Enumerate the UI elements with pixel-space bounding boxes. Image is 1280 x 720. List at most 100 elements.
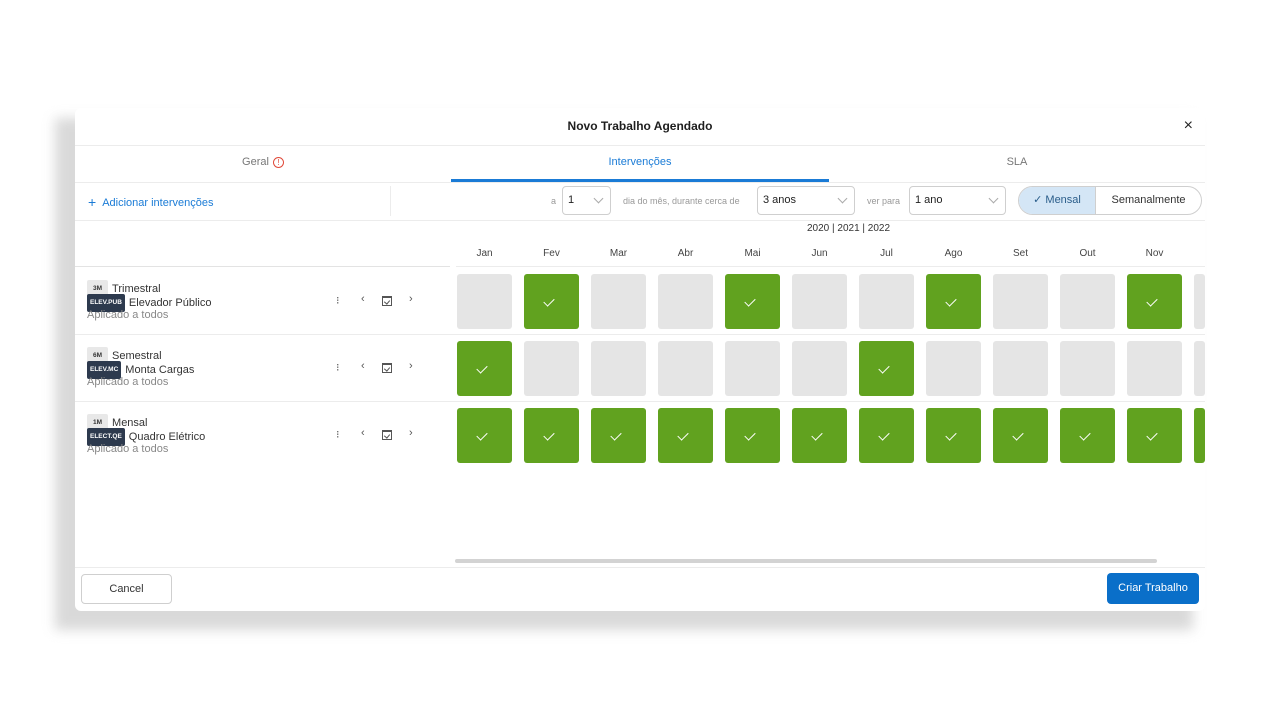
schedule-cell-empty[interactable] <box>1194 274 1205 329</box>
chevron-down-icon <box>988 193 999 204</box>
schedule-cell-scheduled[interactable] <box>1127 408 1182 463</box>
duration-select-value: 3 anos <box>763 194 797 206</box>
toggle-weekly[interactable]: Semanalmente <box>1096 187 1201 214</box>
view-select-value: 1 ano <box>915 194 943 206</box>
more-options-icon[interactable]: ⁝ <box>336 428 340 441</box>
intervention-row-2: 6M Semestral ELEV.MC Monta Cargas Aplicado… <box>87 347 387 389</box>
schedule-cell-empty[interactable] <box>792 274 847 329</box>
modal-title: Novo Trabalho Agendado <box>567 119 713 133</box>
warning-icon: ! <box>272 156 284 168</box>
chevron-left-icon[interactable]: ‹ <box>361 360 365 372</box>
cancel-button[interactable]: Cancel <box>81 574 172 604</box>
toolbar-divider <box>390 186 391 216</box>
month-label: Jun <box>811 248 828 259</box>
check-icon <box>476 362 488 374</box>
intervention-row-3: 1M Mensal ELECT.QE Quadro Elétrico Aplicad… <box>87 414 387 456</box>
schedule-cell-empty[interactable] <box>658 341 713 396</box>
horizontal-scrollbar[interactable] <box>455 559 1157 563</box>
add-interventions-button[interactable]: + Adicionar intervenções <box>88 194 213 210</box>
more-options-icon[interactable]: ⁝ <box>336 361 340 374</box>
schedule-cell-scheduled[interactable] <box>859 341 914 396</box>
schedule-cell-scheduled[interactable] <box>591 408 646 463</box>
check-icon <box>945 295 957 307</box>
schedule-cell-empty[interactable] <box>859 274 914 329</box>
view-select[interactable]: 1 ano <box>909 186 1006 215</box>
schedule-cell-empty[interactable] <box>926 341 981 396</box>
schedule-cell-empty[interactable] <box>993 341 1048 396</box>
check-icon <box>610 429 622 441</box>
schedule-cell-scheduled[interactable] <box>926 408 981 463</box>
schedule-cell-scheduled[interactable] <box>792 408 847 463</box>
tab-sla[interactable]: SLA <box>829 146 1205 182</box>
check-icon <box>677 429 689 441</box>
schedule-cell-scheduled[interactable] <box>1127 274 1182 329</box>
applied-label: Aplicado a todos <box>87 309 169 321</box>
chevron-left-icon[interactable]: ‹ <box>361 427 365 439</box>
calendar-edit-icon[interactable] <box>382 430 392 440</box>
schedule-cell-scheduled[interactable] <box>524 408 579 463</box>
day-month-label: dia do mês, durante cerca de <box>623 196 740 206</box>
schedule-cell-empty[interactable] <box>1060 274 1115 329</box>
schedule-cell-empty[interactable] <box>591 274 646 329</box>
view-label: ver para <box>867 196 901 206</box>
check-icon <box>543 295 555 307</box>
intervention-row-1: 3M Trimestral ELEV.PUB Elevador Público Ap… <box>87 280 387 322</box>
schedule-cell-empty[interactable] <box>993 274 1048 329</box>
create-job-button[interactable]: Criar Trabalho <box>1107 573 1199 604</box>
schedule-cell-empty[interactable] <box>658 274 713 329</box>
tab-geral[interactable]: Geral! <box>75 146 451 182</box>
row-divider <box>75 401 1205 402</box>
schedule-cell-scheduled[interactable] <box>993 408 1048 463</box>
chevron-right-icon[interactable]: › <box>409 293 413 305</box>
chevron-right-icon[interactable]: › <box>409 360 413 372</box>
plus-icon: + <box>88 194 97 210</box>
schedule-cell-scheduled[interactable] <box>457 408 512 463</box>
schedule-cell-empty[interactable] <box>725 341 780 396</box>
schedule-cell-empty[interactable] <box>1060 341 1115 396</box>
month-label: Out <box>1079 248 1096 259</box>
month-label: Mar <box>609 248 628 259</box>
month-label: Abr <box>677 248 694 259</box>
tab-intervencoes[interactable]: Intervenções <box>451 146 829 182</box>
schedule-cell-empty[interactable] <box>591 341 646 396</box>
schedule-cell-scheduled[interactable] <box>725 408 780 463</box>
year-range: 2020 | 2021 | 2022 <box>807 223 891 234</box>
a-label: a <box>551 196 557 206</box>
schedule-cell-scheduled[interactable] <box>524 274 579 329</box>
check-icon <box>744 429 756 441</box>
tab-bar: Geral! Intervenções SLA <box>75 146 1205 183</box>
check-icon <box>744 295 756 307</box>
schedule-cell-scheduled[interactable] <box>658 408 713 463</box>
toggle-monthly[interactable]: ✓ Mensal <box>1019 187 1096 214</box>
close-icon[interactable]: × <box>1184 117 1193 135</box>
schedule-cell-empty[interactable] <box>457 274 512 329</box>
check-icon <box>1012 429 1024 441</box>
schedule-cell-scheduled[interactable] <box>859 408 914 463</box>
schedule-cell-scheduled[interactable] <box>1060 408 1115 463</box>
check-icon <box>878 429 890 441</box>
chevron-right-icon[interactable]: › <box>409 427 413 439</box>
chevron-left-icon[interactable]: ‹ <box>361 293 365 305</box>
more-options-icon[interactable]: ⁝ <box>336 294 340 307</box>
schedule-cell-scheduled[interactable] <box>926 274 981 329</box>
day-select-value: 1 <box>568 194 575 206</box>
add-interventions-label: Adicionar intervenções <box>102 197 214 209</box>
day-select[interactable]: 1 <box>562 186 611 215</box>
check-icon <box>1146 429 1158 441</box>
tab-intervencoes-label: Intervenções <box>608 156 672 168</box>
duration-select[interactable]: 3 anos <box>757 186 855 215</box>
applied-label: Aplicado a todos <box>87 443 169 455</box>
calendar-edit-icon[interactable] <box>382 363 392 373</box>
month-label: Fev <box>543 248 560 259</box>
calendar-edit-icon[interactable] <box>382 296 392 306</box>
schedule-cell-empty[interactable] <box>524 341 579 396</box>
chevron-down-icon <box>837 193 848 204</box>
schedule-cell-scheduled[interactable] <box>725 274 780 329</box>
applied-label: Aplicado a todos <box>87 376 169 388</box>
grid-header-divider <box>456 266 1205 267</box>
schedule-cell-scheduled[interactable] <box>457 341 512 396</box>
schedule-cell-empty[interactable] <box>1194 341 1205 396</box>
schedule-cell-scheduled[interactable] <box>1194 408 1205 463</box>
schedule-cell-empty[interactable] <box>1127 341 1182 396</box>
schedule-cell-empty[interactable] <box>792 341 847 396</box>
